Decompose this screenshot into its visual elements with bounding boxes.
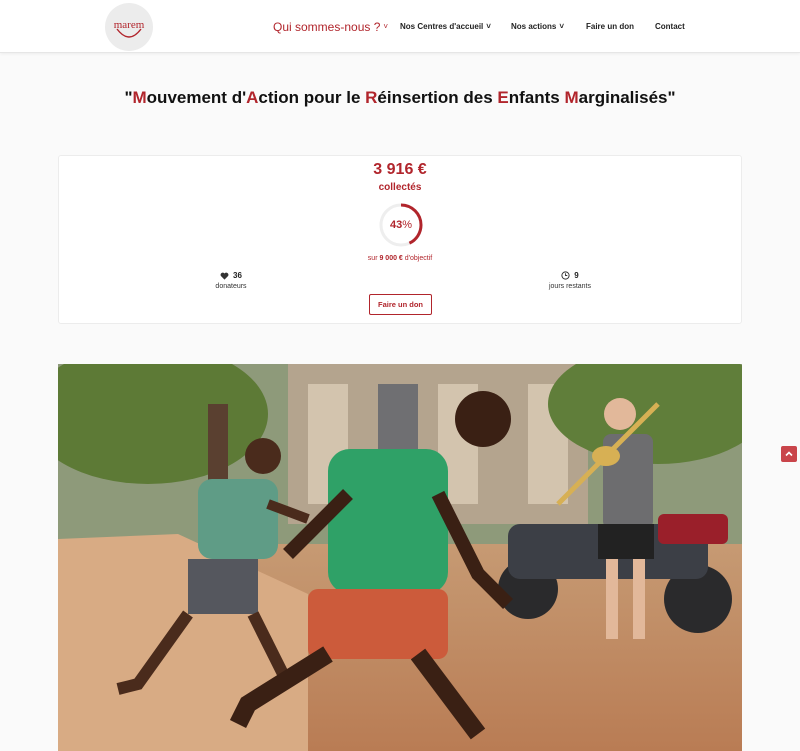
nav-label: Faire un don: [586, 22, 634, 31]
page-title: "Mouvement d'Action pour le Réinsertion …: [0, 88, 800, 108]
title-text: ouvement d': [146, 88, 247, 107]
title-initial: M: [564, 88, 579, 107]
title-quote: ": [124, 88, 133, 107]
nav-item-contact[interactable]: Contact: [655, 0, 685, 53]
logo-text: marem: [114, 19, 145, 31]
title-text: ction pour le: [258, 88, 366, 107]
progress-unit: %: [402, 219, 413, 231]
days-stat: 9 jours restants: [510, 271, 630, 290]
nav-item-qui-sommes-nous[interactable]: Qui sommes-nous ? ˅: [273, 0, 388, 53]
days-count: 9: [574, 271, 579, 280]
goal-text: sur 9 000 € d'objectif: [59, 255, 741, 262]
goal-prefix: sur: [367, 255, 380, 262]
site-logo[interactable]: marem: [105, 3, 153, 51]
heart-icon: [220, 272, 229, 280]
nav-label: Qui sommes-nous ?: [273, 19, 381, 34]
donors-stat: 36 donateurs: [171, 271, 291, 290]
title-initial: E: [497, 88, 509, 107]
chevron-down-icon: ˅: [383, 22, 389, 31]
marem-logo-icon: marem: [114, 19, 145, 38]
title-initial: A: [246, 88, 259, 107]
donation-card: 3 916 € collectés 43% sur 9 000 € d'obje…: [58, 155, 742, 324]
days-value-row: 9: [510, 271, 630, 280]
donors-label: donateurs: [215, 283, 247, 290]
amount-label: collectés: [378, 182, 422, 193]
title-initial: M: [132, 88, 147, 107]
nav-label: Nos Centres d'accueil: [400, 22, 484, 31]
amount-collected: 3 916 €: [373, 161, 427, 178]
donors-count: 36: [233, 271, 242, 280]
donate-button[interactable]: Faire un don: [369, 294, 432, 315]
title-text: nfants: [508, 88, 565, 107]
title-text: arginalisés: [578, 88, 668, 107]
nav-item-faire-un-don[interactable]: Faire un don: [586, 0, 634, 53]
progress-value: 43: [389, 219, 403, 231]
nav-label: Nos actions: [511, 22, 557, 31]
photo-children-playing: [58, 364, 742, 751]
progress-percent: 43%: [377, 201, 425, 249]
chevron-up-icon: [785, 451, 793, 457]
nav-item-actions[interactable]: Nos actions ˅: [511, 0, 564, 53]
nav-item-centres[interactable]: Nos Centres d'accueil ˅: [400, 0, 491, 53]
goal-amount: 9 000 €: [379, 255, 403, 262]
hero-photo: [58, 364, 742, 751]
title-initial: R: [365, 88, 378, 107]
chevron-down-icon: ˅: [486, 22, 491, 31]
scroll-top-button[interactable]: [781, 446, 797, 462]
title-text: éinsertion des: [377, 88, 498, 107]
clock-icon: [561, 271, 570, 280]
goal-suffix: d'objectif: [402, 255, 433, 262]
title-quote: ": [667, 88, 676, 107]
nav-label: Contact: [655, 22, 685, 31]
site-header: marem Qui sommes-nous ? ˅ Nos Centres d'…: [0, 0, 800, 53]
days-label: jours restants: [548, 283, 592, 290]
donors-value-row: 36: [171, 271, 291, 280]
chevron-down-icon: ˅: [559, 22, 565, 31]
